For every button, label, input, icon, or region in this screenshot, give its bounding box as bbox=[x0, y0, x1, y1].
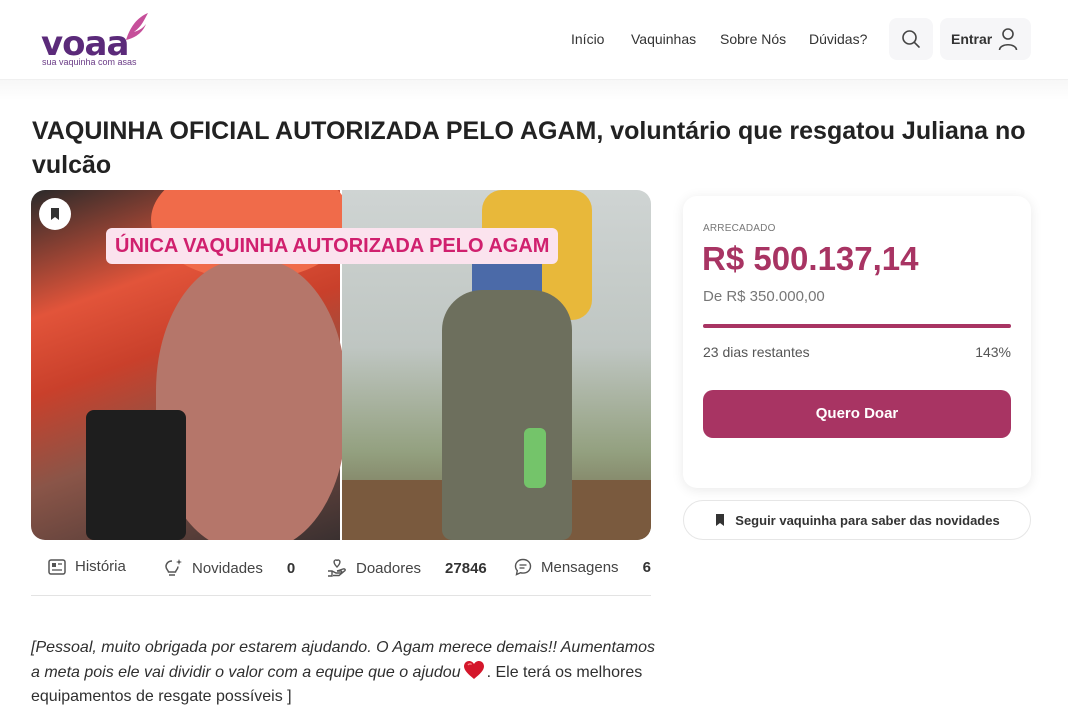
tab-novidades-count: 0 bbox=[286, 559, 296, 577]
wing-icon bbox=[126, 13, 148, 40]
goal-amount: De R$ 350.000,00 bbox=[703, 288, 825, 305]
hiker-shape bbox=[442, 290, 572, 540]
progress-bar-fill bbox=[703, 324, 1011, 328]
tab-mensagens-label: Mensagens bbox=[541, 558, 619, 576]
donate-button[interactable]: Quero Doar bbox=[703, 390, 1011, 438]
bookmark-icon bbox=[51, 208, 59, 220]
percent-reached: 143% bbox=[975, 344, 1011, 360]
days-remaining: 23 dias restantes bbox=[703, 344, 810, 360]
search-button[interactable] bbox=[889, 18, 933, 60]
tab-doadores[interactable]: Doadores 27846 bbox=[327, 558, 487, 578]
tab-mensagens-count: 64 bbox=[642, 558, 651, 576]
radio-shape bbox=[86, 410, 186, 540]
campaign-title: VAQUINHA OFICIAL AUTORIZADA PELO AGAM, v… bbox=[32, 117, 1026, 179]
lightbulb-icon bbox=[165, 559, 182, 576]
site-header: voaa sua vaquinha com asas Início Vaquin… bbox=[0, 0, 1068, 80]
heart-icon bbox=[463, 661, 484, 679]
nav-inicio[interactable]: Início bbox=[571, 31, 604, 47]
chat-icon bbox=[514, 558, 532, 576]
image-banner: ÚNICA VAQUINHA AUTORIZADA PELO AGAM bbox=[106, 228, 559, 264]
user-icon bbox=[998, 28, 1018, 51]
newspaper-icon bbox=[48, 558, 66, 575]
tab-novidades[interactable]: Novidades 0 bbox=[163, 558, 295, 578]
progress-bar bbox=[703, 324, 1011, 328]
donation-card: ARRECADADO R$ 500.137,14 De R$ 350.000,0… bbox=[683, 196, 1031, 488]
raised-label: ARRECADADO bbox=[703, 223, 776, 234]
campaign-tabs: História Novidades 0 Doadores 27846 Mens… bbox=[31, 548, 651, 596]
bookmark-button[interactable] bbox=[39, 198, 71, 230]
tab-mensagens[interactable]: Mensagens 64 bbox=[514, 558, 651, 576]
campaign-image[interactable]: ÚNICA VAQUINHA AUTORIZADA PELO AGAM bbox=[31, 190, 651, 540]
nav-sobre-nos[interactable]: Sobre Nós bbox=[720, 31, 786, 47]
water-bottle-shape bbox=[524, 428, 546, 488]
voaa-logo[interactable]: voaa sua vaquinha com asas bbox=[40, 12, 170, 72]
tab-doadores-label: Doadores bbox=[356, 559, 422, 577]
raised-amount: R$ 500.137,14 bbox=[702, 240, 919, 277]
search-icon bbox=[902, 30, 920, 48]
header-shadow-band bbox=[0, 80, 1068, 100]
campaign-story: [Pessoal, muito obrigada por estarem aju… bbox=[31, 636, 656, 709]
nav-duvidas[interactable]: Dúvidas? bbox=[809, 31, 867, 47]
nav-vaquinhas[interactable]: Vaquinhas bbox=[631, 31, 696, 47]
follow-label: Seguir vaquinha para saber das novidades bbox=[735, 512, 1000, 528]
login-label: Entrar bbox=[951, 31, 993, 47]
bookmark-icon bbox=[716, 514, 725, 526]
hand-heart-icon bbox=[328, 559, 346, 577]
tab-historia[interactable]: História bbox=[48, 558, 126, 575]
tab-novidades-label: Novidades bbox=[192, 559, 263, 577]
tab-doadores-count: 27846 bbox=[445, 559, 487, 577]
logo-tagline: sua vaquinha com asas bbox=[42, 57, 137, 67]
follow-campaign-button[interactable]: Seguir vaquinha para saber das novidades bbox=[683, 500, 1031, 540]
login-button[interactable]: Entrar bbox=[940, 18, 1031, 60]
tab-historia-label: História bbox=[75, 558, 126, 575]
